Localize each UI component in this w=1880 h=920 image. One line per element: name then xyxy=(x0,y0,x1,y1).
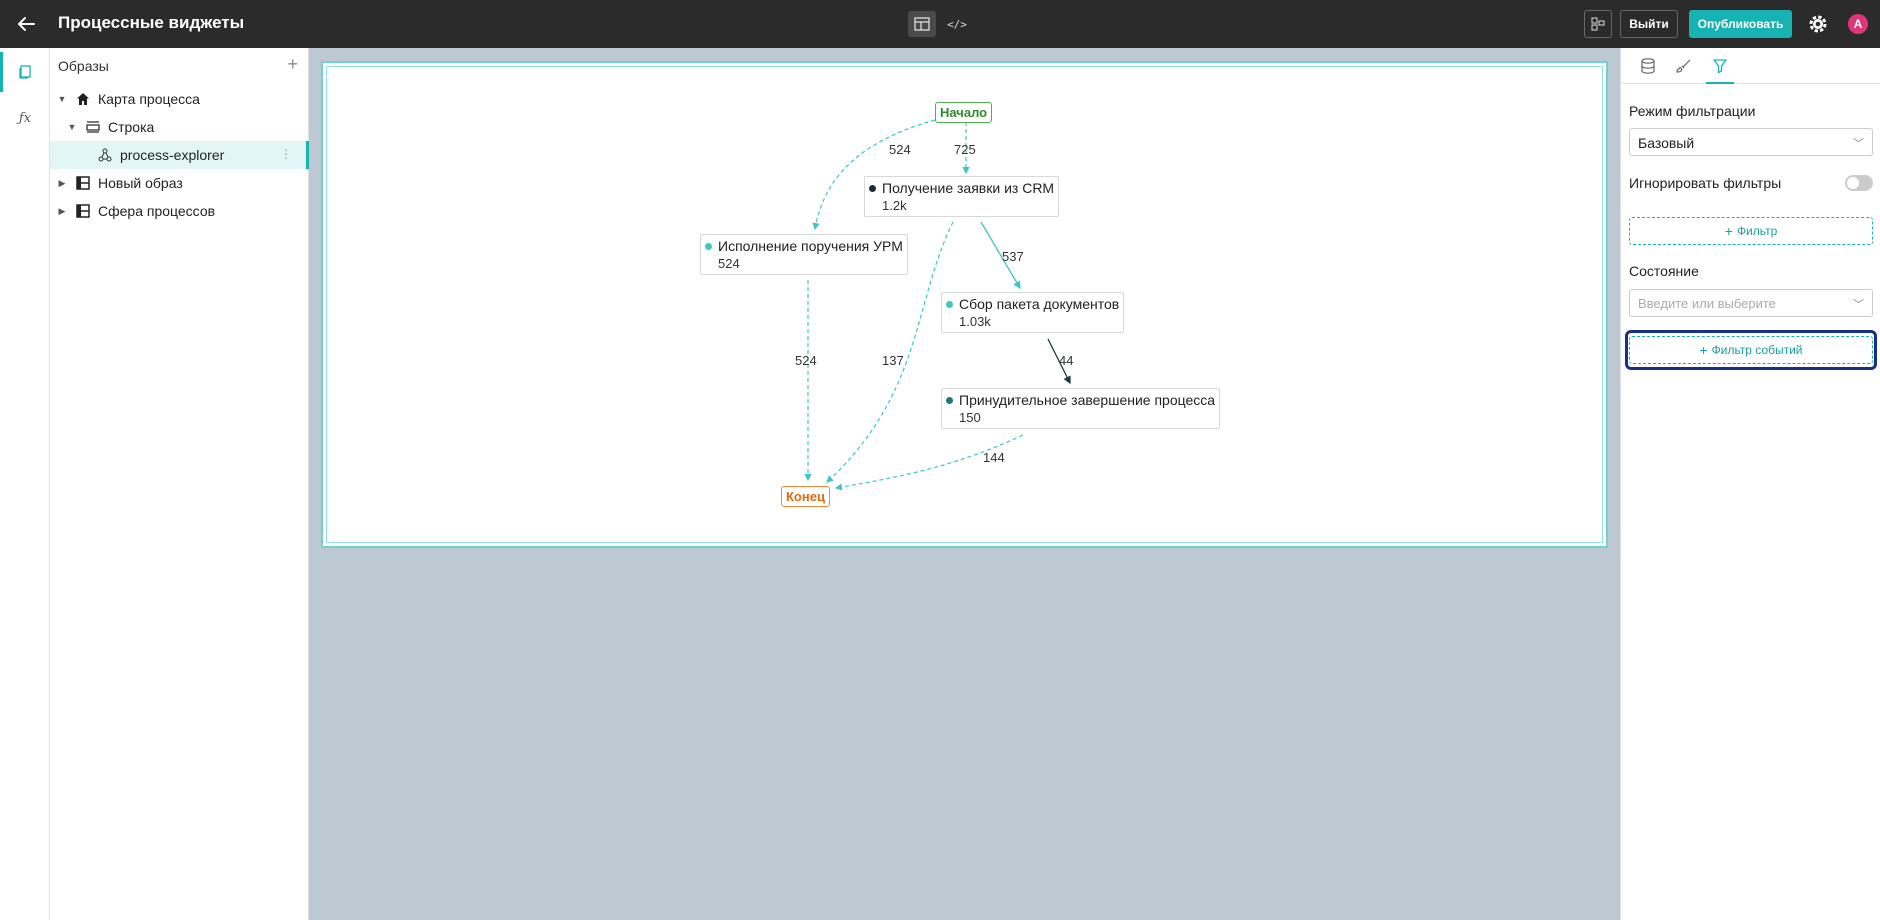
state-label: Состояние xyxy=(1629,263,1699,279)
layout-grid-icon xyxy=(74,202,92,220)
chevron-down-icon: ﹀ xyxy=(1853,138,1864,150)
activity-node-execution[interactable]: Исполнение поручения УРМ 524 xyxy=(700,234,908,275)
code-icon: </> xyxy=(947,17,967,31)
caret-right-icon[interactable]: ▶ xyxy=(56,177,68,189)
edge-label: 44 xyxy=(1059,353,1074,368)
process-explorer-widget[interactable]: Начало 524 725 Получение заявки из CRM 1… xyxy=(321,61,1608,548)
caret-right-icon[interactable]: ▶ xyxy=(56,205,68,217)
status-dot xyxy=(705,242,712,250)
process-graph-icon xyxy=(96,146,114,164)
tree-item-process-sphere[interactable]: ▶ Сфера процессов xyxy=(50,197,309,225)
edge-label: 725 xyxy=(954,142,976,157)
tab-style[interactable] xyxy=(1670,54,1698,78)
filter-icon xyxy=(1713,59,1727,74)
add-event-filter-button[interactable]: + Фильтр событий xyxy=(1629,336,1873,364)
tree-item-label: Сфера процессов xyxy=(98,203,216,219)
filter-mode-select[interactable]: Базовый ﹀ xyxy=(1629,128,1873,156)
tree-item-row[interactable]: ▼ Строка xyxy=(50,113,309,141)
outline-header: Образы xyxy=(58,58,109,74)
edge-label: 524 xyxy=(889,142,911,157)
exit-button[interactable]: Выйти xyxy=(1620,10,1678,38)
ignore-filters-toggle[interactable] xyxy=(1845,175,1873,191)
edge-label: 537 xyxy=(1002,249,1024,264)
add-filter-button[interactable]: + Фильтр xyxy=(1629,217,1873,245)
home-icon xyxy=(74,90,92,108)
outline-panel: Образы + ▼ Карта процесса ▼ Строка proce… xyxy=(50,48,309,920)
publish-button[interactable]: Опубликовать xyxy=(1689,10,1792,38)
status-dot xyxy=(946,396,953,404)
edge-label: 137 xyxy=(882,353,904,368)
start-node[interactable]: Начало xyxy=(935,102,993,123)
left-rail: ƒx xyxy=(0,48,50,920)
end-node[interactable]: Конец xyxy=(781,486,830,507)
plus-icon: + xyxy=(1724,223,1733,239)
design-mode-button[interactable] xyxy=(908,11,936,37)
chevron-down-icon: ﹀ xyxy=(1853,299,1864,311)
code-mode-button[interactable]: </> xyxy=(943,11,971,37)
brush-icon xyxy=(1676,59,1691,73)
plus-icon: + xyxy=(1699,342,1708,358)
tab-data[interactable] xyxy=(1634,54,1662,78)
edge-label: 144 xyxy=(983,450,1005,465)
properties-tabs xyxy=(1621,48,1880,84)
activity-node-crm[interactable]: Получение заявки из CRM 1.2k xyxy=(864,176,1060,217)
status-dot xyxy=(869,184,876,192)
more-options-icon[interactable]: ⋮ xyxy=(280,147,292,161)
tree-item-process-map[interactable]: ▼ Карта процесса xyxy=(50,85,309,113)
gear-icon[interactable] xyxy=(1806,12,1830,36)
activity-node-collect[interactable]: Сбор пакета документов 1.03k xyxy=(941,292,1125,333)
properties-panel: Режим фильтрации Базовый ﹀ Игнорировать … xyxy=(1620,48,1880,920)
preview-toggle-button[interactable] xyxy=(1584,10,1612,38)
tree-item-label: process-explorer xyxy=(120,147,225,163)
app-title: Процессные виджеты xyxy=(58,13,245,32)
edge-label: 524 xyxy=(795,353,817,368)
tree-item-process-explorer[interactable]: process-explorer ⋮ xyxy=(50,141,309,169)
back-arrow-icon[interactable] xyxy=(14,12,38,36)
tree-item-new-image[interactable]: ▶ Новый образ xyxy=(50,169,309,197)
tree-item-label: Строка xyxy=(108,119,155,135)
widgets-icon xyxy=(1591,17,1605,31)
tree-item-label: Новый образ xyxy=(98,175,183,191)
layout-icon xyxy=(914,17,930,31)
row-layout-icon xyxy=(84,118,102,136)
filter-mode-label: Режим фильтрации xyxy=(1629,103,1756,119)
activity-node-forced-end[interactable]: Принудительное завершение процесса 150 xyxy=(941,388,1221,429)
top-bar: Процессные виджеты </> Выйти Опубликоват… xyxy=(0,0,1880,48)
caret-down-icon[interactable]: ▼ xyxy=(66,121,78,133)
database-icon xyxy=(1641,58,1655,74)
tab-filters[interactable] xyxy=(1706,54,1734,84)
pages-icon xyxy=(19,65,31,79)
caret-down-icon[interactable]: ▼ xyxy=(56,93,68,105)
function-icon: ƒx xyxy=(18,110,32,126)
rail-functions-button[interactable]: ƒx xyxy=(0,96,50,140)
state-select[interactable]: Введите или выберите ﹀ xyxy=(1629,289,1873,317)
avatar[interactable]: A xyxy=(1848,14,1868,34)
ignore-filters-label: Игнорировать фильтры xyxy=(1629,175,1782,191)
status-dot xyxy=(946,300,953,308)
layout-grid-icon xyxy=(74,174,92,192)
add-icon[interactable]: + xyxy=(287,54,298,75)
rail-pages-button[interactable] xyxy=(0,50,50,94)
tree-item-label: Карта процесса xyxy=(98,91,200,107)
